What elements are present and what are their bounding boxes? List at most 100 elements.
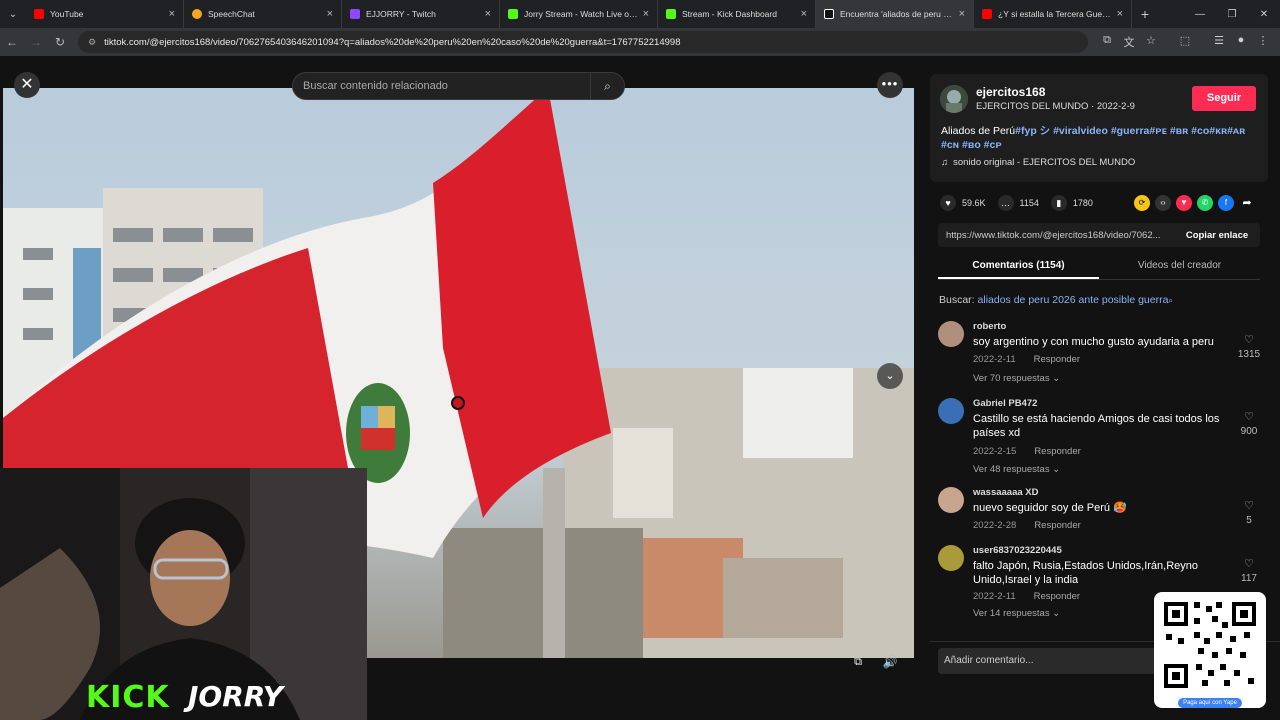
- close-tab-icon[interactable]: ×: [1117, 8, 1123, 20]
- close-tab-icon[interactable]: ×: [801, 8, 807, 20]
- commenter-name[interactable]: Gabriel PB472: [973, 398, 1037, 409]
- kick-icon: [508, 9, 518, 19]
- copy-link-button[interactable]: Copiar enlace: [1174, 230, 1260, 241]
- translate-icon[interactable]: 文: [1118, 34, 1140, 50]
- share-url[interactable]: https://www.tiktok.com/@ejercitos168/vid…: [938, 230, 1174, 241]
- commenter-avatar[interactable]: [938, 545, 964, 571]
- screen: ⌄ YouTube × SpeechChat × EJJORRY - Twitc…: [0, 0, 1280, 720]
- picture-in-picture-icon[interactable]: ⧉: [848, 652, 868, 672]
- tab-kick-dashboard[interactable]: Stream - Kick Dashboard ×: [658, 0, 816, 28]
- save-stat[interactable]: ▮ 1780: [1050, 195, 1093, 211]
- video-description: Aliados de Perú#fyp シ #viralvideo #guerr…: [941, 124, 1261, 152]
- tab-title: Encuentra 'aliados de peru en caso de gu…: [840, 9, 955, 19]
- kick-logo: KICK: [86, 680, 170, 715]
- share-arrow-icon[interactable]: ➦: [1239, 195, 1255, 211]
- close-window-icon[interactable]: ✕: [1248, 9, 1280, 20]
- like-stat[interactable]: ♥ 59.6K: [940, 195, 986, 211]
- address-bar[interactable]: ⚙ tiktok.com/@ejercitos168/video/7062765…: [78, 31, 1088, 53]
- install-icon[interactable]: ⧉: [1096, 34, 1118, 50]
- profile-avatar-icon[interactable]: ●: [1230, 34, 1252, 50]
- author-avatar[interactable]: [940, 85, 968, 113]
- search-icon[interactable]: ⌕: [590, 73, 624, 99]
- search-suggestion-query[interactable]: aliados de peru 2026 ante posible guerra: [978, 294, 1169, 306]
- author-username[interactable]: ejercitos168: [976, 85, 1045, 99]
- related-search-input[interactable]: Buscar contenido relacionado ⌕: [292, 72, 625, 100]
- close-tab-icon[interactable]: ×: [169, 8, 175, 20]
- forward-icon[interactable]: →: [24, 35, 48, 49]
- volume-icon[interactable]: 🔊: [879, 652, 901, 672]
- tab-twitch[interactable]: EJJORRY - Twitch ×: [342, 0, 500, 28]
- reload-icon[interactable]: ↻: [48, 35, 72, 49]
- tab-search-button[interactable]: ⌄: [0, 0, 26, 28]
- author-subtitle: EJERCITOS DEL MUNDO · 2022-2-9: [976, 101, 1135, 112]
- view-replies-button[interactable]: Ver 48 respuestas ⌄: [973, 464, 1060, 475]
- repost-icon[interactable]: ⟳: [1134, 195, 1150, 211]
- like-count: 59.6K: [962, 198, 986, 208]
- back-icon[interactable]: ←: [0, 35, 24, 49]
- hashtags-line-2[interactable]: #ᴄɴ #ʙᴏ #ᴄᴘ: [941, 139, 1002, 151]
- follow-button[interactable]: Seguir: [1192, 86, 1256, 111]
- music-info[interactable]: ♫ sonido original - EJERCITOS DEL MUNDO: [941, 157, 1135, 168]
- commenter-avatar[interactable]: [938, 398, 964, 424]
- search-suggestion[interactable]: Buscar: aliados de peru 2026 ante posibl…: [939, 294, 1173, 306]
- send-icon[interactable]: ▼: [1176, 195, 1192, 211]
- extensions-icon[interactable]: ⬚: [1174, 34, 1196, 50]
- toolbar-icons: ⧉ 文 ☆ ⬚ ☰ ● ⋮: [1096, 34, 1274, 50]
- commenter-name[interactable]: roberto: [973, 321, 1006, 332]
- comment-meta: 2022-2-11 Responder: [973, 591, 1080, 602]
- minimize-icon[interactable]: —: [1184, 9, 1216, 20]
- commenter-name[interactable]: wassaaaaa XD: [973, 487, 1039, 498]
- close-tab-icon[interactable]: ×: [959, 8, 965, 20]
- reply-button[interactable]: Responder: [1034, 354, 1080, 365]
- tab-speechchat[interactable]: SpeechChat ×: [184, 0, 342, 28]
- commenter-avatar[interactable]: [938, 487, 964, 513]
- reply-button[interactable]: Responder: [1034, 591, 1080, 602]
- search-placeholder: Buscar contenido relacionado: [303, 80, 448, 92]
- close-tab-icon[interactable]: ×: [485, 8, 491, 20]
- heart-outline-icon: ♡: [1244, 411, 1254, 423]
- reply-button[interactable]: Responder: [1034, 520, 1080, 531]
- comment-like[interactable]: ♡ 5: [1234, 499, 1264, 526]
- view-replies-button[interactable]: Ver 14 respuestas ⌄: [973, 608, 1060, 619]
- tab-kick-stream[interactable]: Jorry Stream - Watch Live on Kick ×: [500, 0, 658, 28]
- tab-title: Stream - Kick Dashboard: [682, 9, 777, 19]
- tab-comments[interactable]: Comentarios (1154): [938, 256, 1099, 279]
- embed-icon[interactable]: ‹›: [1155, 195, 1171, 211]
- site-info-icon[interactable]: ⚙: [88, 37, 96, 48]
- tab-creator-videos[interactable]: Videos del creador: [1099, 256, 1260, 279]
- tab-tiktok[interactable]: Encuentra 'aliados de peru en caso de gu…: [816, 0, 974, 28]
- browser-tabbar: ⌄ YouTube × SpeechChat × EJJORRY - Twitc…: [0, 0, 1280, 28]
- bookmark-icon: ▮: [1050, 195, 1067, 211]
- next-video-button[interactable]: ⌄: [877, 363, 903, 389]
- youtube-icon: [34, 9, 44, 19]
- new-tab-button[interactable]: +: [1132, 6, 1158, 22]
- whatsapp-icon[interactable]: ✆: [1197, 195, 1213, 211]
- comment-like-count: 900: [1240, 426, 1258, 437]
- comment-like[interactable]: ♡ 1315: [1234, 333, 1264, 360]
- commenter-avatar[interactable]: [938, 321, 964, 347]
- comment-like[interactable]: ♡ 117: [1234, 557, 1264, 584]
- facebook-icon[interactable]: f: [1218, 195, 1234, 211]
- close-tab-icon[interactable]: ×: [327, 8, 333, 20]
- close-video-button[interactable]: ✕: [14, 72, 40, 98]
- tab-title: EJJORRY - Twitch: [366, 9, 436, 19]
- playlist-icon[interactable]: ☰: [1208, 34, 1230, 50]
- reply-button[interactable]: Responder: [1034, 446, 1080, 457]
- view-replies-button[interactable]: Ver 70 respuestas ⌄: [973, 373, 1060, 384]
- hashtags-line-1[interactable]: #fyp シ #viralvideo #guerra#ᴘᴇ #ʙʀ #ᴄᴏ#ᴋʀ…: [1015, 125, 1245, 137]
- tab-youtube[interactable]: YouTube ×: [26, 0, 184, 28]
- comment-meta: 2022-2-28 Responder: [973, 520, 1081, 531]
- add-comment-input[interactable]: Añadir comentario...: [938, 648, 1158, 674]
- comment-item: Gabriel PB472 Castillo se está haciendo …: [938, 398, 1268, 486]
- comment-stat[interactable]: … 1154: [997, 195, 1039, 211]
- menu-kebab-icon[interactable]: ⋮: [1252, 34, 1274, 50]
- more-options-button[interactable]: •••: [877, 72, 903, 98]
- bookmark-star-icon[interactable]: ☆: [1140, 34, 1162, 50]
- tab-youtube-2[interactable]: ¿Y si estalla la Tercera Guerra Mundial?…: [974, 0, 1132, 28]
- comment-date: 2022-2-11: [973, 591, 1016, 602]
- commenter-name[interactable]: user6837023220445: [973, 545, 1062, 556]
- maximize-icon[interactable]: ❐: [1216, 9, 1248, 20]
- comment-count: 1154: [1019, 198, 1039, 208]
- close-tab-icon[interactable]: ×: [643, 8, 649, 20]
- comment-like[interactable]: ♡ 900: [1234, 410, 1264, 437]
